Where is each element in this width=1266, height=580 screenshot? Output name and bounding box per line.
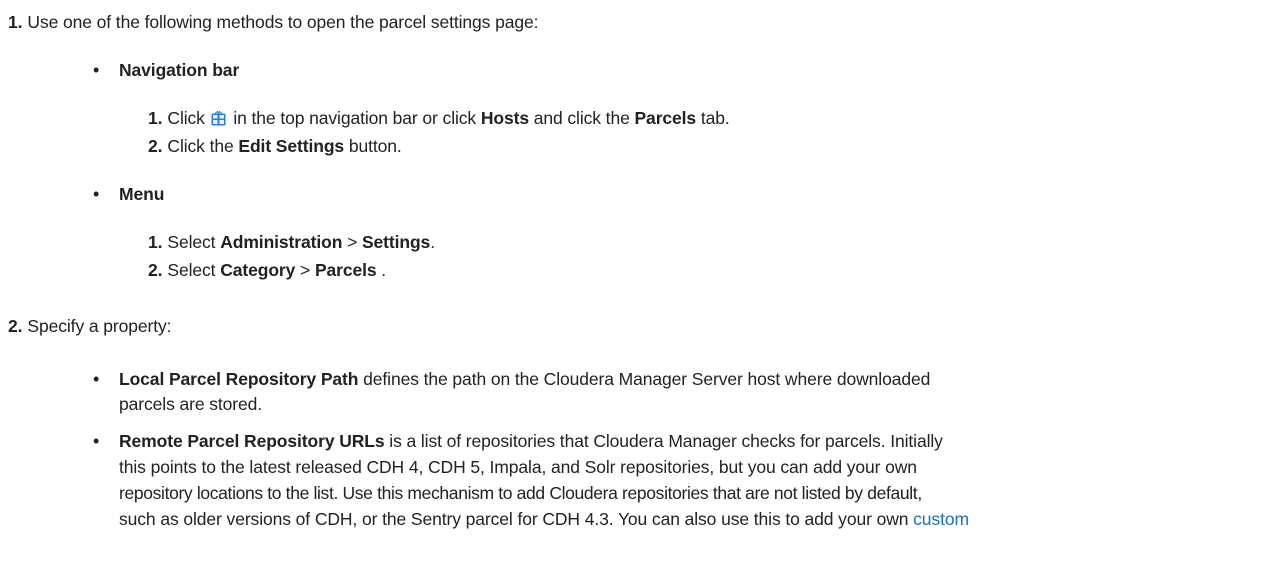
bullet: • [93, 431, 100, 451]
step-text: Specify a property: [27, 316, 172, 336]
local-repo-path-term: Local Parcel Repository Path [119, 369, 359, 389]
step-2-intro: 2. Specify a property: [8, 315, 172, 337]
administration-label: Administration [220, 232, 343, 252]
remote-repo-urls-desc: Remote Parcel Repository URLs is a list … [119, 431, 943, 451]
substep-number: 1. [148, 232, 163, 252]
hosts-label: Hosts [480, 108, 529, 128]
local-repo-path-desc-cont: parcels are stored. [119, 394, 263, 414]
nav-heading: Navigation bar [119, 60, 240, 80]
parcel-gift-icon [211, 111, 226, 126]
category-label: Category [220, 260, 296, 280]
step-text: Use one of the following methods to open… [27, 12, 539, 32]
step-1-intro: 1. Use one of the following methods to op… [8, 11, 538, 33]
step-number: 2. [8, 316, 23, 336]
remote-repo-urls-term: Remote Parcel Repository URLs [119, 431, 385, 451]
remote-repo-urls-line3: repository locations to the list. Use th… [119, 483, 922, 503]
bullet: • [93, 369, 100, 389]
substep-number: 2. [148, 136, 163, 156]
substep-number: 2. [148, 260, 163, 280]
edit-settings-label: Edit Settings [238, 136, 345, 156]
local-repo-path-desc: Local Parcel Repository Path defines the… [119, 369, 931, 389]
bullet: • [93, 184, 100, 204]
remote-repo-urls-line4: such as older versions of CDH, or the Se… [119, 509, 969, 529]
nav-substep-2: 2. Click the Edit Settings button. [148, 136, 402, 156]
custom-link[interactable]: custom [913, 509, 969, 529]
menu-substep-1: 1. Select Administration > Settings. [148, 232, 435, 252]
settings-label: Settings [361, 232, 431, 252]
parcels-tab-label: Parcels [634, 108, 697, 128]
parcels-label: Parcels [314, 260, 377, 280]
step-number: 1. [8, 12, 23, 32]
menu-heading: Menu [119, 184, 165, 204]
substep-number: 1. [148, 108, 163, 128]
nav-substep-1: 1. Click in the top navigation bar or cli… [148, 108, 730, 128]
menu-substep-2: 2. Select Category > Parcels . [148, 260, 387, 280]
bullet: • [93, 60, 100, 80]
remote-repo-urls-line2: this points to the latest released CDH 4… [119, 457, 917, 477]
